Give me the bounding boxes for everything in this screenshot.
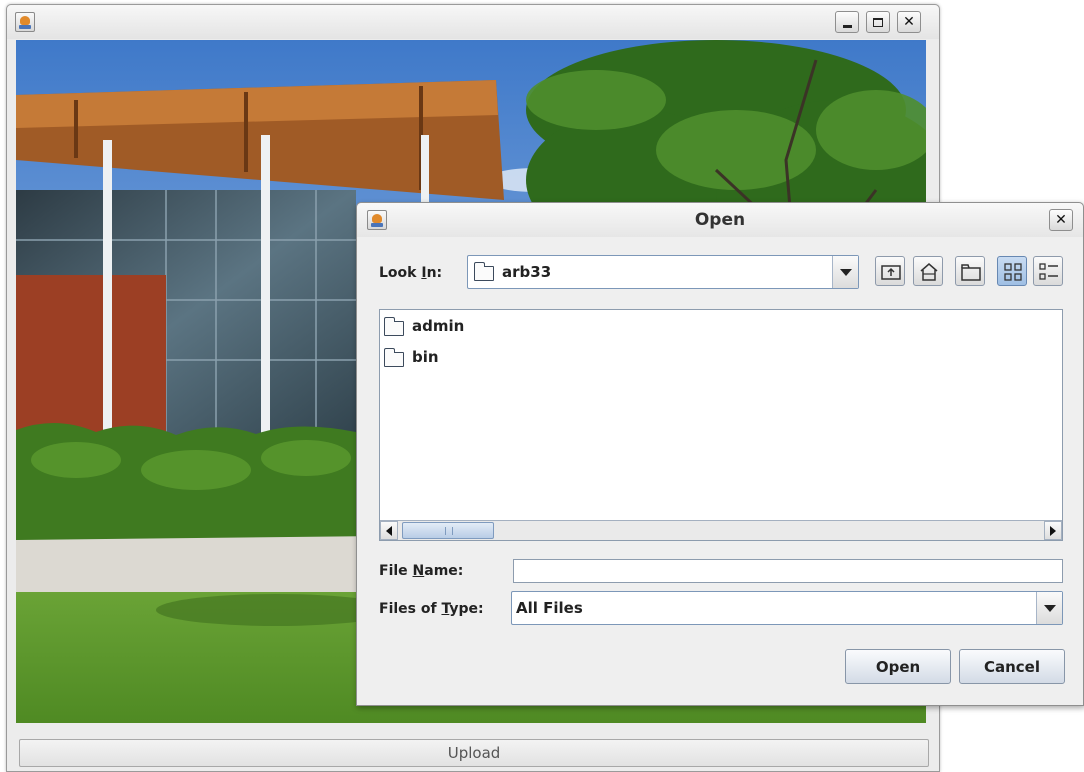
new-folder-button[interactable] — [955, 256, 985, 286]
chevron-down-icon[interactable] — [1036, 592, 1062, 624]
file-name-bin: bin — [412, 348, 439, 366]
arrow-left-icon — [386, 525, 392, 536]
look-in-label: Look In: — [379, 265, 443, 281]
home-button[interactable] — [913, 256, 943, 286]
list-view-icon — [1004, 263, 1022, 281]
folder-icon — [383, 348, 404, 367]
java-app-icon — [15, 12, 35, 32]
file-name-field[interactable] — [513, 559, 1063, 583]
minimize-icon — [842, 24, 852, 28]
file-list[interactable]: admin bin — [379, 309, 1063, 541]
folder-icon — [383, 317, 404, 336]
open-dialog: Open ✕ Look In: arb33 admin bin File Nam… — [356, 202, 1084, 706]
dialog-titlebar[interactable]: Open ✕ — [357, 203, 1083, 237]
close-button[interactable]: ✕ — [897, 11, 921, 33]
chevron-down-icon[interactable] — [832, 256, 858, 288]
files-of-type-combo[interactable]: All Files — [511, 591, 1063, 625]
new-folder-icon — [961, 264, 981, 281]
files-of-type-value: All Files — [516, 599, 583, 617]
look-in-value: arb33 — [502, 263, 552, 281]
home-icon — [920, 263, 938, 281]
upload-label: Upload — [447, 744, 501, 762]
details-view-icon — [1039, 263, 1058, 280]
maximize-button[interactable] — [866, 11, 890, 33]
list-item[interactable]: admin — [383, 316, 504, 338]
main-titlebar[interactable]: ✕ — [7, 5, 939, 39]
minimize-button[interactable] — [835, 11, 859, 33]
folder-icon — [473, 262, 494, 281]
open-button[interactable]: Open — [845, 649, 951, 684]
arrow-right-icon — [1050, 525, 1056, 536]
scroll-right-button[interactable] — [1044, 521, 1062, 540]
up-one-level-button[interactable] — [875, 256, 905, 286]
close-icon: ✕ — [903, 14, 915, 30]
file-name-label: File Name: — [379, 563, 464, 579]
file-name-admin: admin — [412, 317, 465, 335]
horizontal-scrollbar[interactable] — [380, 520, 1062, 540]
scroll-left-button[interactable] — [380, 521, 398, 540]
scroll-thumb[interactable] — [402, 522, 494, 539]
list-item[interactable]: bin — [383, 347, 504, 369]
dialog-title: Open — [694, 210, 746, 230]
details-view-button[interactable] — [1033, 256, 1063, 286]
cancel-button[interactable]: Cancel — [959, 649, 1065, 684]
up-one-level-icon — [881, 265, 901, 280]
upload-button[interactable]: Upload — [19, 739, 929, 767]
files-of-type-label: Files of Type: — [379, 601, 484, 617]
look-in-combo[interactable]: arb33 — [467, 255, 859, 289]
dialog-close-button[interactable]: ✕ — [1049, 209, 1073, 231]
close-icon: ✕ — [1055, 212, 1067, 228]
list-view-button[interactable] — [997, 256, 1027, 286]
maximize-icon — [873, 17, 883, 27]
